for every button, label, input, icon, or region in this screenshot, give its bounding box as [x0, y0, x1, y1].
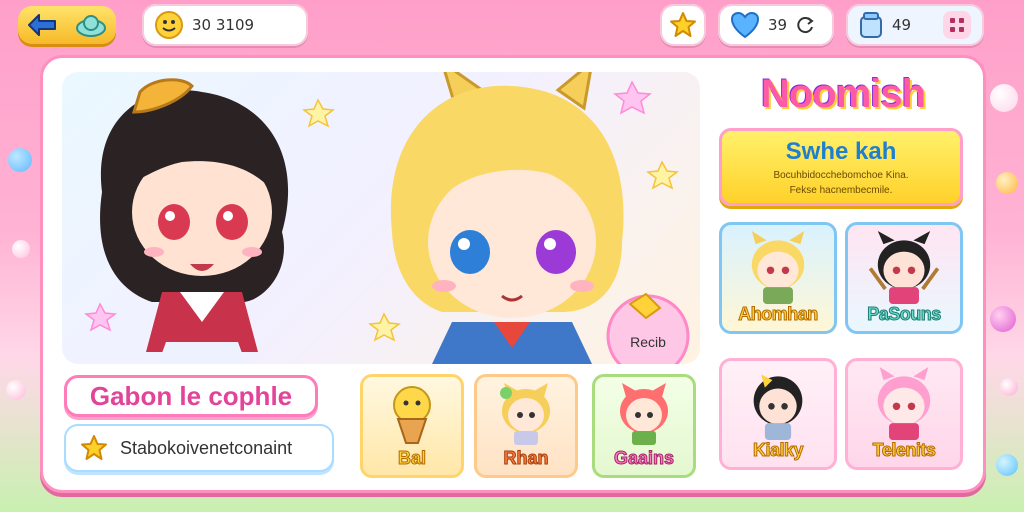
refresh-icon [797, 17, 814, 34]
status-field[interactable]: Stabokoivenetconaint [64, 424, 334, 472]
status-text: Stabokoivenetconaint [120, 437, 293, 458]
jar-icon [860, 12, 882, 38]
item-card[interactable]: Gaains [592, 374, 696, 478]
bg-bubble [8, 148, 32, 172]
section-title: Gabon le cophle [64, 375, 318, 417]
character-card-label: Telenits [872, 440, 936, 461]
menu-grid-icon[interactable] [942, 10, 972, 40]
bg-bubble [996, 454, 1018, 476]
star-button[interactable] [660, 4, 706, 46]
bg-bubble [12, 240, 30, 258]
character-card-label: Ahomhan [738, 304, 819, 325]
back-button[interactable] [18, 6, 116, 44]
character-card[interactable]: Kialky [719, 358, 837, 470]
cloud-icon [75, 15, 106, 37]
hearts-count: 39 [768, 16, 788, 34]
character-portrait-icon [868, 231, 940, 304]
hero-characters-art [84, 72, 690, 364]
character-portrait-icon [751, 231, 805, 304]
character-card[interactable]: Ahomhan [719, 222, 837, 334]
inventory-counter: 49 [846, 4, 984, 46]
item-card-label: Rhan [503, 448, 549, 469]
bg-bubble [1000, 378, 1018, 396]
bg-bubble [990, 84, 1018, 112]
inventory-count: 49 [892, 16, 912, 34]
item-card-label: Bal [397, 448, 426, 469]
game-title: Noomish [760, 72, 926, 116]
coin-count: 30 3109 [192, 16, 255, 34]
banner-text-line1: Bocuhbidocchebomchoe Kina. [773, 170, 909, 181]
ice-cream-icon [393, 386, 431, 444]
character-portrait-icon [620, 383, 668, 445]
character-portrait-icon [500, 383, 550, 445]
hero-illustration: Recib [62, 72, 700, 364]
item-card[interactable]: Rhan [474, 374, 578, 478]
character-card-label: Kialky [752, 440, 804, 461]
character-portrait-icon [753, 374, 803, 440]
bg-bubble [996, 172, 1018, 194]
item-card-label: Gaains [613, 448, 675, 469]
coin-counter: 30 3109 [142, 4, 308, 46]
item-card[interactable]: Bal [360, 374, 464, 478]
hearts-counter: 39 [718, 4, 834, 46]
banner-title: Swhe kah [785, 138, 897, 165]
info-banner[interactable]: Swhe kah Bocuhbidocchebomchoe Kina. Feks… [719, 128, 963, 206]
bg-bubble [6, 380, 26, 400]
bg-bubble [990, 306, 1016, 332]
hero-badge-label: Recib [630, 334, 666, 350]
character-portrait-icon [877, 367, 931, 440]
character-card[interactable]: Telenits [845, 358, 963, 470]
banner-text-line2: Fekse hacnembecmile. [789, 185, 893, 196]
star-icon [670, 12, 696, 37]
star-icon [81, 435, 107, 460]
character-card[interactable]: PaSouns [845, 222, 963, 334]
smiley-coin-icon [155, 11, 183, 39]
back-arrow-icon [27, 14, 56, 36]
heart-icon [730, 11, 760, 39]
character-card-label: PaSouns [867, 304, 942, 325]
